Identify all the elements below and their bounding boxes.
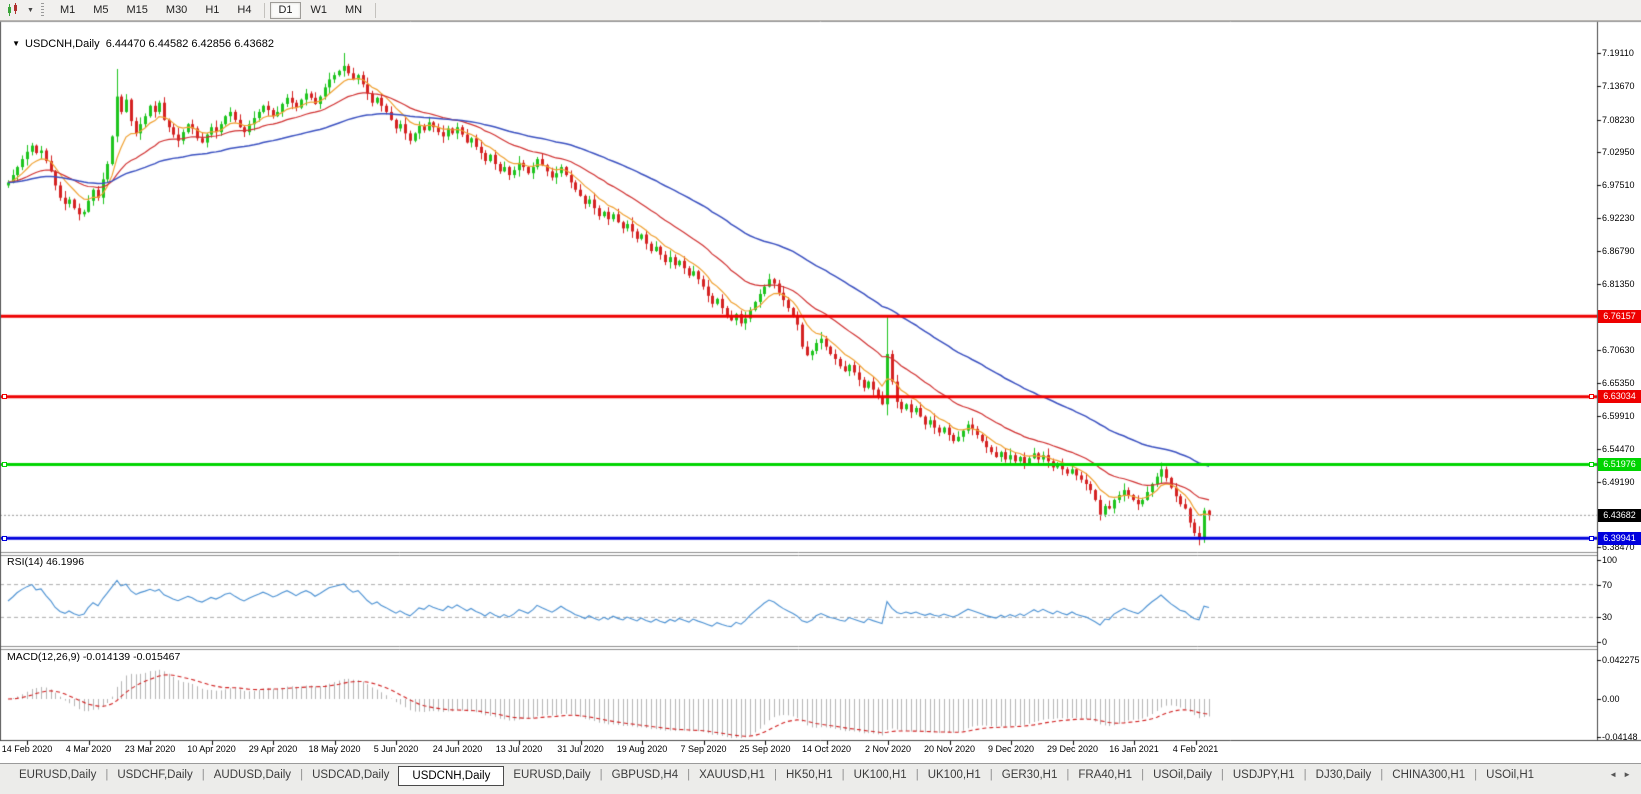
- timeframe-button-group: M1M5M15M30H1H4 D1W1MN: [51, 2, 380, 19]
- tab-usdcnh-daily[interactable]: USDCNH,Daily: [398, 766, 504, 786]
- price-axis-tick: 6.49190: [1602, 477, 1635, 487]
- price-axis-tick: 6.65350: [1602, 378, 1635, 388]
- macd-axis-tick: 0.042275: [1602, 655, 1640, 665]
- timeframe-button-h1[interactable]: H1: [197, 2, 227, 19]
- hline-price-chip: 6.39941: [1598, 532, 1641, 545]
- top-toolbar: ▼ M1M5M15M30H1H4 D1W1MN: [0, 0, 1641, 21]
- chart-tab-bar: EURUSD,Daily|USDCHF,Daily|AUDUSD,Daily|U…: [0, 763, 1641, 794]
- rsi-axis-tick: 30: [1602, 612, 1612, 622]
- price-axis-tick: 7.19110: [1602, 48, 1634, 58]
- macd-axis-tick: -0.04148: [1602, 732, 1638, 742]
- tab-gbpusd-h4[interactable]: GBPUSD,H4: [603, 766, 687, 784]
- tab-usdchf-daily[interactable]: USDCHF,Daily: [108, 766, 201, 784]
- timeframe-button-d1[interactable]: D1: [270, 2, 300, 19]
- timeframe-button-m1[interactable]: M1: [52, 2, 83, 19]
- price-axis-tick: 7.02950: [1602, 147, 1635, 157]
- timeframe-button-w1[interactable]: W1: [303, 2, 336, 19]
- tab-china300-h1[interactable]: CHINA300,H1: [1383, 766, 1474, 784]
- tab-uk100-h1[interactable]: UK100,H1: [919, 766, 990, 784]
- price-axis-tick: 6.92230: [1602, 213, 1635, 223]
- toolbar-grip[interactable]: [41, 3, 44, 17]
- timeframe-button-m5[interactable]: M5: [85, 2, 116, 19]
- timeframe-button-h4[interactable]: H4: [229, 2, 259, 19]
- tab-eurusd-daily[interactable]: EURUSD,Daily: [504, 766, 599, 784]
- macd-indicator-label: MACD(12,26,9) -0.014139 -0.015467: [7, 651, 180, 663]
- hline-drag-handle[interactable]: [2, 394, 7, 399]
- hline-price-chip: 6.76157: [1598, 310, 1641, 323]
- tab-scroll-right-icon[interactable]: ►: [1623, 770, 1631, 779]
- tab-hk50-h1[interactable]: HK50,H1: [777, 766, 842, 784]
- toolbar-dropdown-icon[interactable]: ▼: [24, 7, 37, 14]
- hline-drag-handle[interactable]: [1589, 394, 1594, 399]
- hline-drag-handle[interactable]: [1589, 462, 1594, 467]
- hline-price-chip: 6.51976: [1598, 458, 1641, 471]
- rsi-axis-tick: 0: [1602, 637, 1607, 647]
- date-axis-label: 4 Feb 2021: [1154, 744, 1238, 754]
- macd-axis-tick: 0.00: [1602, 694, 1620, 704]
- price-axis-tick: 6.54470: [1602, 444, 1635, 454]
- chart-title: ▼ USDCNH,Daily 6.44470 6.44582 6.42856 6.…: [6, 26, 274, 50]
- price-axis-tick: 6.59910: [1602, 411, 1635, 421]
- hline-drag-handle[interactable]: [2, 536, 7, 541]
- toolbar-separator: [264, 3, 265, 18]
- tab-scroll-arrows: ◄ ►: [1603, 766, 1637, 783]
- tab-audusd-daily[interactable]: AUDUSD,Daily: [205, 766, 300, 784]
- tab-dj30-daily[interactable]: DJ30,Daily: [1307, 766, 1381, 784]
- tab-eurusd-daily[interactable]: EURUSD,Daily: [10, 766, 105, 784]
- tab-fra40-h1[interactable]: FRA40,H1: [1069, 766, 1141, 784]
- tab-xauusd-h1[interactable]: XAUUSD,H1: [690, 766, 774, 784]
- rsi-axis-tick: 70: [1602, 580, 1612, 590]
- tab-usoil-h1[interactable]: USOil,H1: [1477, 766, 1543, 784]
- toolbar-separator: [375, 3, 376, 18]
- tab-usdcad-daily[interactable]: USDCAD,Daily: [303, 766, 398, 784]
- price-axis-tick: 6.81350: [1602, 279, 1635, 289]
- tab-ger30-h1[interactable]: GER30,H1: [993, 766, 1067, 784]
- tab-usdjpy-h1[interactable]: USDJPY,H1: [1224, 766, 1304, 784]
- mini-chart-icon: [6, 3, 20, 17]
- price-axis-tick: 7.08230: [1602, 115, 1635, 125]
- timeframe-button-m15[interactable]: M15: [119, 2, 156, 19]
- tab-uk100-h1[interactable]: UK100,H1: [845, 766, 916, 784]
- hline-drag-handle[interactable]: [1589, 536, 1594, 541]
- chart-ohlc-values: 6.44470 6.44582 6.42856 6.43682: [106, 38, 274, 50]
- price-axis-tick: 7.13670: [1602, 81, 1635, 91]
- tab-usoil-daily[interactable]: USOil,Daily: [1144, 766, 1221, 784]
- price-axis-tick: 6.97510: [1602, 180, 1635, 190]
- one-click-trading-collapse-icon[interactable]: ▼: [12, 39, 20, 48]
- charts-toolbar-icon[interactable]: [4, 2, 22, 18]
- current-price-chip: 6.43682: [1598, 509, 1641, 522]
- price-axis-tick: 6.70630: [1602, 345, 1635, 355]
- timeframe-button-m30[interactable]: M30: [158, 2, 195, 19]
- chart-tabs: EURUSD,Daily|USDCHF,Daily|AUDUSD,Daily|U…: [10, 766, 1543, 786]
- rsi-indicator-label: RSI(14) 46.1996: [7, 556, 84, 568]
- timeframe-button-mn[interactable]: MN: [337, 2, 370, 19]
- hline-drag-handle[interactable]: [2, 462, 7, 467]
- chart-symbol-label: USDCNH,Daily: [25, 38, 100, 50]
- tab-scroll-left-icon[interactable]: ◄: [1609, 770, 1617, 779]
- price-axis-tick: 6.86790: [1602, 246, 1635, 256]
- hline-price-chip: 6.63034: [1598, 390, 1641, 403]
- chart-canvas[interactable]: [0, 0, 1641, 794]
- rsi-axis-tick: 100: [1602, 555, 1617, 565]
